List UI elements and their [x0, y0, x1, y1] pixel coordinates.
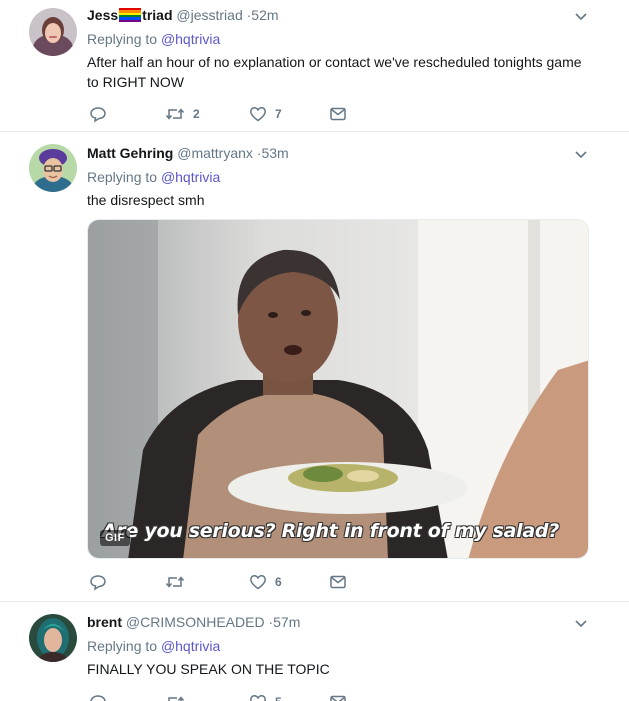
avatar-mattryanx[interactable] — [29, 144, 77, 192]
mention-link[interactable]: @hqtrivia — [161, 638, 220, 654]
gif-badge: GIF — [100, 530, 130, 546]
display-name[interactable]: Matt Gehring — [87, 145, 173, 161]
replying-prefix: Replying to — [87, 169, 158, 185]
dm-button[interactable] — [329, 572, 347, 592]
like-count: 6 — [275, 575, 282, 589]
tweet-actions: 2 7 — [87, 104, 387, 124]
dm-button[interactable] — [329, 692, 347, 701]
tweet-text: After half an hour of no explanation or … — [87, 54, 582, 90]
dm-icon — [330, 575, 346, 589]
reply-icon — [90, 695, 106, 701]
replying-to: Replying to @hqtrivia — [87, 168, 220, 186]
tweet-actions: 6 — [87, 572, 387, 592]
mention-link[interactable]: @hqtrivia — [161, 31, 220, 47]
retweet-button[interactable]: 2 — [165, 104, 200, 124]
gif-still-image — [88, 220, 588, 558]
tweet-text: FINALLY YOU SPEAK ON THE TOPIC — [87, 661, 330, 677]
chevron-down-icon[interactable] — [573, 8, 589, 24]
reply-icon — [90, 107, 106, 123]
retweet-icon — [165, 576, 185, 588]
tweet-header: Matt Gehring @mattryanx ·53m — [87, 144, 289, 162]
tweet-actions: 5 — [87, 692, 387, 701]
retweet-count: 2 — [193, 107, 200, 121]
handle[interactable]: @mattryanx — [177, 145, 253, 161]
timestamp[interactable]: 52m — [251, 7, 278, 23]
gif-caption: Are you serious? Right in front of my sa… — [102, 520, 559, 542]
like-icon — [250, 695, 266, 701]
like-button[interactable]: 7 — [249, 104, 282, 124]
tweet-2[interactable]: Matt Gehring @mattryanx ·53m Replying to… — [0, 132, 629, 602]
gif-media[interactable]: Are you serious? Right in front of my sa… — [87, 219, 589, 559]
dm-icon — [330, 695, 346, 701]
dm-button[interactable] — [329, 104, 347, 124]
handle[interactable]: @jesstriad — [176, 7, 242, 23]
reply-button[interactable] — [89, 692, 107, 701]
like-icon — [250, 575, 266, 590]
replying-prefix: Replying to — [87, 31, 158, 47]
display-name[interactable]: Jess triad — [87, 7, 173, 23]
display-name[interactable]: brent — [87, 614, 122, 630]
dm-icon — [330, 107, 346, 121]
replying-to: Replying to @hqtrivia — [87, 30, 220, 48]
reply-button[interactable] — [89, 104, 107, 124]
tweet-header: Jess triad @jesstriad ·52m — [87, 6, 279, 24]
tweet-text: the disrespect smh — [87, 192, 205, 208]
chevron-down-icon[interactable] — [573, 146, 589, 162]
avatar-jesstriad[interactable] — [29, 8, 77, 56]
replying-prefix: Replying to — [87, 638, 158, 654]
retweet-button[interactable] — [165, 692, 185, 701]
like-count: 7 — [275, 107, 282, 121]
handle[interactable]: @CRIMSONHEADED — [126, 614, 265, 630]
mention-link[interactable]: @hqtrivia — [161, 169, 220, 185]
tweet-3[interactable]: brent @CRIMSONHEADED ·57m Replying to @h… — [0, 602, 629, 701]
like-count: 5 — [275, 695, 282, 701]
avatar-crimsonheaded[interactable] — [29, 614, 77, 662]
like-button[interactable]: 6 — [249, 572, 282, 592]
retweet-icon — [165, 108, 185, 120]
reply-icon — [90, 575, 106, 591]
timestamp[interactable]: 53m — [261, 145, 288, 161]
reply-button[interactable] — [89, 572, 107, 592]
chevron-down-icon[interactable] — [573, 615, 589, 631]
retweet-button[interactable] — [165, 572, 185, 592]
rainbow-flag-emoji — [119, 8, 142, 22]
tweet-header: brent @CRIMSONHEADED ·57m — [87, 613, 300, 631]
retweet-icon — [168, 696, 185, 701]
tweet-1[interactable]: Jess triad @jesstriad ·52m Replying to @h… — [0, 0, 629, 132]
like-icon — [250, 107, 266, 122]
like-button[interactable]: 5 — [249, 692, 282, 701]
timestamp[interactable]: 57m — [273, 614, 300, 630]
replying-to: Replying to @hqtrivia — [87, 637, 220, 655]
